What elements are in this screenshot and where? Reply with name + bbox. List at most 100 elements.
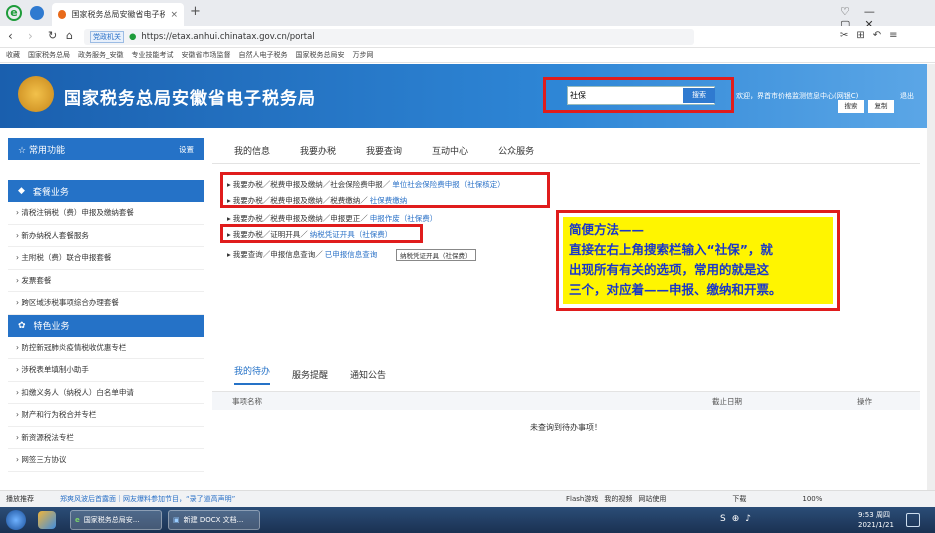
bookmark-3[interactable]: 专业技能考试 <box>132 50 174 60</box>
site-usage-link[interactable]: 网站使用 <box>638 494 666 504</box>
bookmark-5[interactable]: 自然人电子税务 <box>239 50 288 60</box>
special-icon: ✿ <box>18 320 26 331</box>
result-path: 我要办税／税费申报及缴纳／税费缴纳／ <box>232 195 368 205</box>
url-box[interactable]: 党政机关 ● https://etax.anhui.chinatax.gov.c… <box>84 29 694 45</box>
menu-icon[interactable]: ≡ <box>889 30 905 41</box>
package-icon: ◆ <box>18 186 25 196</box>
search-button[interactable]: 搜索 <box>683 88 715 103</box>
show-desktop-button[interactable] <box>906 513 920 527</box>
tray-sogou-icon[interactable]: S <box>720 514 732 524</box>
header-search-button[interactable]: 搜索 <box>838 100 864 113</box>
result-link[interactable]: 纳税凭证开具（社保费） <box>310 229 393 240</box>
bookmark-4[interactable]: 安徽省市场监督 <box>182 50 231 60</box>
sidebar-item-label: 网签三方协议 <box>21 455 67 465</box>
back-history-icon[interactable] <box>30 6 44 20</box>
header-copy-button[interactable]: 复制 <box>868 100 894 113</box>
col-name: 事项名称 <box>232 396 262 406</box>
taskbar-item-label: 新建 DOCX 文档... <box>183 516 244 524</box>
annotation-highlight: 简便方法—— 直接在右上角搜索栏输入“社保”，就 出现所有有关的选项，常用的就是… <box>563 217 833 304</box>
sidebar-item-label: 跨区域涉税事项综合办理套餐 <box>21 298 119 308</box>
new-tab-button[interactable]: + <box>190 4 201 19</box>
bookmark-2[interactable]: 政务服务_安徽 <box>78 50 124 60</box>
tab-reminder[interactable]: 服务提醒 <box>292 368 328 381</box>
sidebar-item-special-4[interactable]: › 新资源税法专栏 <box>8 427 204 449</box>
sidebar-item-label: 扣缴义务人（纳税人）白名单申请 <box>21 387 134 397</box>
tab-notice[interactable]: 通知公告 <box>350 368 386 381</box>
sidebar-item-package-3[interactable]: › 发票套餐 <box>8 270 204 292</box>
result-link[interactable]: 申报作废（社保费） <box>370 213 438 224</box>
sidebar-item-special-5[interactable]: › 网签三方协议 <box>8 449 204 472</box>
bookmark-1[interactable]: 国家税务总局 <box>28 50 70 60</box>
start-button[interactable] <box>6 510 26 530</box>
col-date: 截止日期 <box>712 396 742 406</box>
sidebar-item-special-3[interactable]: › 财产和行为税合并专栏 <box>8 404 204 427</box>
cut-icon[interactable]: ✂ <box>840 30 856 41</box>
tray-network-icon[interactable]: ⊕ <box>732 514 746 524</box>
doc-icon: ▣ <box>173 516 180 524</box>
tab-interact[interactable]: 互动中心 <box>432 144 468 157</box>
flash-game-link[interactable]: Flash游戏 <box>566 494 598 504</box>
tab-my-todo[interactable]: 我的待办 <box>234 364 271 385</box>
todo-tabs: 我的待办 服务提醒 通知公告 <box>212 358 920 392</box>
taskbar-item-browser[interactable]: e 国家税务总局安... <box>70 510 162 530</box>
bookmark-7[interactable]: 万步网 <box>353 50 374 60</box>
sidebar-package-header[interactable]: ◆ 套餐业务 <box>8 180 204 202</box>
result-path: 我要办税／税费申报及缴纳／申报更正／ <box>232 213 368 223</box>
bookmark-6[interactable]: 国家税务总局安 <box>296 50 345 60</box>
col-action: 操作 <box>857 396 872 406</box>
clock-time: 9:53 周四 <box>858 511 890 519</box>
tab-public[interactable]: 公众服务 <box>498 144 534 157</box>
refresh-icon[interactable]: ↻ <box>48 29 57 42</box>
browser-tab[interactable]: 国家税务总局安徽省电子税务局 × <box>52 3 184 26</box>
result-link[interactable]: 社保费缴纳 <box>370 195 408 206</box>
result-row-1: ▸ 我要办税／税费申报及缴纳／税费缴纳／ 社保费缴纳 <box>227 195 408 206</box>
sidebar-item-package-0[interactable]: › 清税注销税（费）申报及缴纳套餐 <box>8 202 204 225</box>
app-icon[interactable] <box>38 511 56 529</box>
taskbar-item-docx[interactable]: ▣ 新建 DOCX 文档... <box>168 510 260 530</box>
search-input[interactable] <box>568 87 678 104</box>
undo-icon[interactable]: ↶ <box>873 30 889 41</box>
sidebar-common-header[interactable]: ☆ 常用功能 设置 <box>8 138 204 160</box>
tax-emblem-icon <box>18 76 54 112</box>
site-title: 国家税务总局安徽省电子税务局 <box>64 89 316 109</box>
tab-do-tax[interactable]: 我要办税 <box>300 144 336 157</box>
tray-icons: S⊕♪ <box>720 514 757 524</box>
browser-tab-bar: e 国家税务总局安徽省电子税务局 × + ♡—▢✕ <box>0 0 935 31</box>
settings-link[interactable]: 设置 <box>179 144 194 155</box>
sidebar-special-label: 特色业务 <box>33 322 70 332</box>
sidebar-item-special-0[interactable]: › 防控新冠肺炎疫情税收优惠专栏 <box>8 337 204 359</box>
sidebar-item-special-1[interactable]: › 涉税表单填制小助手 <box>8 359 204 382</box>
sidebar-special-header[interactable]: ✿ 特色业务 <box>8 314 204 337</box>
result-row-3: ▸ 我要办税／证明开具／ 纳税凭证开具（社保费） <box>227 229 393 240</box>
browser-logo-icon: e <box>6 5 22 21</box>
result-link[interactable]: 单位社会保险费申报（社保核定） <box>392 179 505 190</box>
shield-icon[interactable]: ♡ <box>840 5 864 18</box>
sidebar-item-label: 防控新冠肺炎疫情税收优惠专栏 <box>21 342 127 352</box>
note-line-1: 简便方法—— <box>569 222 645 237</box>
download-link[interactable]: 下载 <box>732 494 746 504</box>
taskbar-item-label: 国家税务总局安... <box>83 516 140 524</box>
tray-volume-icon[interactable]: ♪ <box>745 514 757 524</box>
sidebar-item-label: 新资源税法专栏 <box>21 432 74 442</box>
bookmark-0[interactable]: 收藏 <box>6 50 20 60</box>
back-icon[interactable]: ‹ <box>8 29 13 43</box>
news-ticker[interactable]: 郑爽风波后首露面｜网友爆料参加节目，“录了道高声明” <box>60 494 530 504</box>
sidebar-item-package-1[interactable]: › 新办纳税人套餐服务 <box>8 225 204 247</box>
sidebar-item-package-2[interactable]: › 主附税（费）联合申报套餐 <box>8 247 204 270</box>
my-video-link[interactable]: 我的视频 <box>604 494 632 504</box>
logout-link[interactable]: 退出 <box>900 91 914 101</box>
forward-icon[interactable]: › <box>28 29 33 43</box>
tab-my-info[interactable]: 我的信息 <box>234 144 270 157</box>
main-tabs: 我的信息 我要办税 我要查询 互动中心 公众服务 <box>212 138 920 164</box>
zoom-level[interactable]: 100% <box>802 495 822 503</box>
result-link[interactable]: 已申报信息查询 <box>325 249 378 260</box>
page-scrollbar[interactable] <box>927 64 935 490</box>
recommend-label[interactable]: 播放推荐 <box>6 494 34 504</box>
home-icon[interactable]: ⌂ <box>66 29 73 42</box>
grid-icon[interactable]: ⊞ <box>856 30 872 41</box>
sidebar-item-special-2[interactable]: › 扣缴义务人（纳税人）白名单申请 <box>8 382 204 404</box>
close-tab-icon[interactable]: × <box>170 10 178 20</box>
minimize-icon[interactable]: — <box>864 5 889 18</box>
tab-query[interactable]: 我要查询 <box>366 144 402 157</box>
sidebar-item-package-4[interactable]: › 跨区域涉税事项综合办理套餐 <box>8 292 204 315</box>
